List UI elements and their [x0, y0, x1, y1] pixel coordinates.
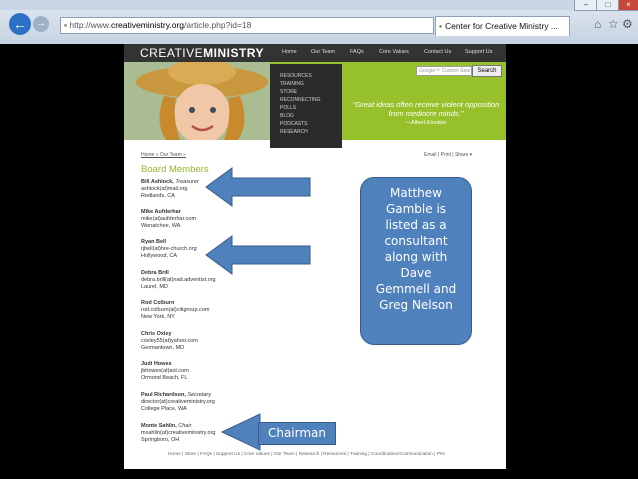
- hero-quote: "Great ideas often receive violent oppos…: [352, 100, 500, 118]
- member-location: Ormond Beach, FL: [141, 375, 188, 381]
- search-button[interactable]: Search: [472, 65, 502, 77]
- menu-item-reconnecting[interactable]: RECONNECTING: [280, 97, 342, 103]
- member-email[interactable]: director(at)creativeministry.org: [141, 399, 215, 406]
- nav-support-us[interactable]: Support Us: [465, 49, 493, 55]
- quote-author: —Albert Einstein: [405, 120, 447, 126]
- forward-arrow-icon[interactable]: →: [33, 16, 49, 32]
- menu-item-podcasts[interactable]: PODCASTS: [280, 121, 342, 127]
- nav-contact-us[interactable]: Contact Us: [424, 49, 451, 55]
- member-entry: Debra Brill debra.brill(at)nad.adventist…: [141, 270, 216, 290]
- favicon-icon: ▪: [439, 21, 443, 31]
- menu-item-resources[interactable]: RESOURCES: [280, 73, 342, 79]
- nav-home[interactable]: Home: [282, 49, 297, 55]
- member-entry: Ryan Bell rjbell(at)hre-church.org Holly…: [141, 239, 197, 259]
- page-title: Board Members: [141, 164, 209, 175]
- home-icon[interactable]: ⌂: [594, 17, 601, 31]
- browser-tab[interactable]: ▪ Center for Creative Ministry ...: [435, 16, 570, 36]
- title-bar: [0, 0, 638, 10]
- member-location: College Place, WA: [141, 406, 187, 412]
- annotation-arrow: [205, 167, 311, 207]
- member-location: Hollywood, CA: [141, 253, 178, 259]
- member-location: Germantown, MD: [141, 345, 185, 351]
- member-location: Wenatchee, WA: [141, 223, 181, 229]
- member-location: Laurel, MD: [141, 284, 168, 290]
- search-input[interactable]: Google™ Custom Sear: [416, 66, 472, 76]
- member-entry: Paul Richardson, Secretary director(at)c…: [141, 392, 215, 412]
- footer-links[interactable]: Home | Store | FAQs | Support Us | Core …: [168, 452, 445, 457]
- callout-box: Matthew Gamble is listed as a consultant…: [360, 177, 472, 345]
- member-email[interactable]: ashlock(at)mail.org: [141, 186, 199, 193]
- member-location: New York, NY: [141, 314, 175, 320]
- menu-item-polls[interactable]: POLLS: [280, 105, 342, 111]
- breadcrumb[interactable]: Home » Our Team »: [141, 152, 186, 158]
- chairman-arrow: [220, 413, 261, 451]
- back-arrow-icon[interactable]: ←: [9, 13, 31, 35]
- member-email[interactable]: msahlin(at)creativeministry.org: [141, 430, 215, 437]
- member-email[interactable]: mike(at)aufderhar.com: [141, 216, 196, 223]
- member-location: Redlands, CA: [141, 193, 175, 199]
- member-location: Springboro, OH: [141, 437, 180, 443]
- tools-gear-icon[interactable]: ⚙: [622, 17, 633, 31]
- member-email[interactable]: rod.colburn(at)citigroup.com: [141, 307, 209, 314]
- nav-core-values[interactable]: Core Values: [379, 49, 409, 55]
- address-bar[interactable]: ▪ http://www.creativeministry.org/articl…: [60, 17, 434, 34]
- menu-item-blog[interactable]: BLOG: [280, 113, 342, 119]
- member-email[interactable]: rjbell(at)hre-church.org: [141, 246, 197, 253]
- site-logo[interactable]: CREATIVEMINISTRY: [140, 46, 264, 60]
- maximize-icon[interactable]: □: [596, 0, 620, 11]
- menu-item-training[interactable]: TRAINING: [280, 81, 342, 87]
- member-entry: Monte Sahlin, Chair msahlin(at)creativem…: [141, 423, 216, 443]
- member-email[interactable]: debra.brill(at)nad.adventist.org: [141, 277, 216, 284]
- chairman-label: Chairman: [258, 422, 336, 445]
- dropdown-menu: RESOURCES TRAINING STORE RECONNECTING PO…: [270, 64, 342, 148]
- nav-our-team[interactable]: Our Team: [311, 49, 335, 55]
- member-entry: Judi Howes jbhowes(at)aol.com Ormond Bea…: [141, 361, 189, 381]
- minimize-icon[interactable]: –: [574, 0, 598, 11]
- member-email[interactable]: coxley55(at)yahoo.com: [141, 338, 198, 345]
- member-entry: Bill Ashlock, Treasurer ashlock(at)mail.…: [141, 179, 199, 199]
- share-links[interactable]: Email | Print | Share ▾: [424, 152, 472, 158]
- member-email[interactable]: jbhowes(at)aol.com: [141, 368, 189, 375]
- page-icon: ▪: [64, 20, 68, 30]
- member-entry: Chris Oxley coxley55(at)yahoo.com German…: [141, 331, 198, 351]
- annotation-arrow: [205, 235, 311, 275]
- nav-faqs[interactable]: FAQs: [350, 49, 364, 55]
- menu-item-research[interactable]: RESEARCH: [280, 129, 342, 135]
- member-entry: Mike Aufderhar mike(at)aufderhar.com Wen…: [141, 209, 197, 229]
- child-photo: [124, 62, 270, 140]
- close-icon[interactable]: ×: [618, 0, 638, 11]
- menu-item-store[interactable]: STORE: [280, 89, 342, 95]
- favorites-star-icon[interactable]: ☆: [608, 17, 619, 31]
- member-entry: Rod Colburn rod.colburn(at)citigroup.com…: [141, 300, 210, 320]
